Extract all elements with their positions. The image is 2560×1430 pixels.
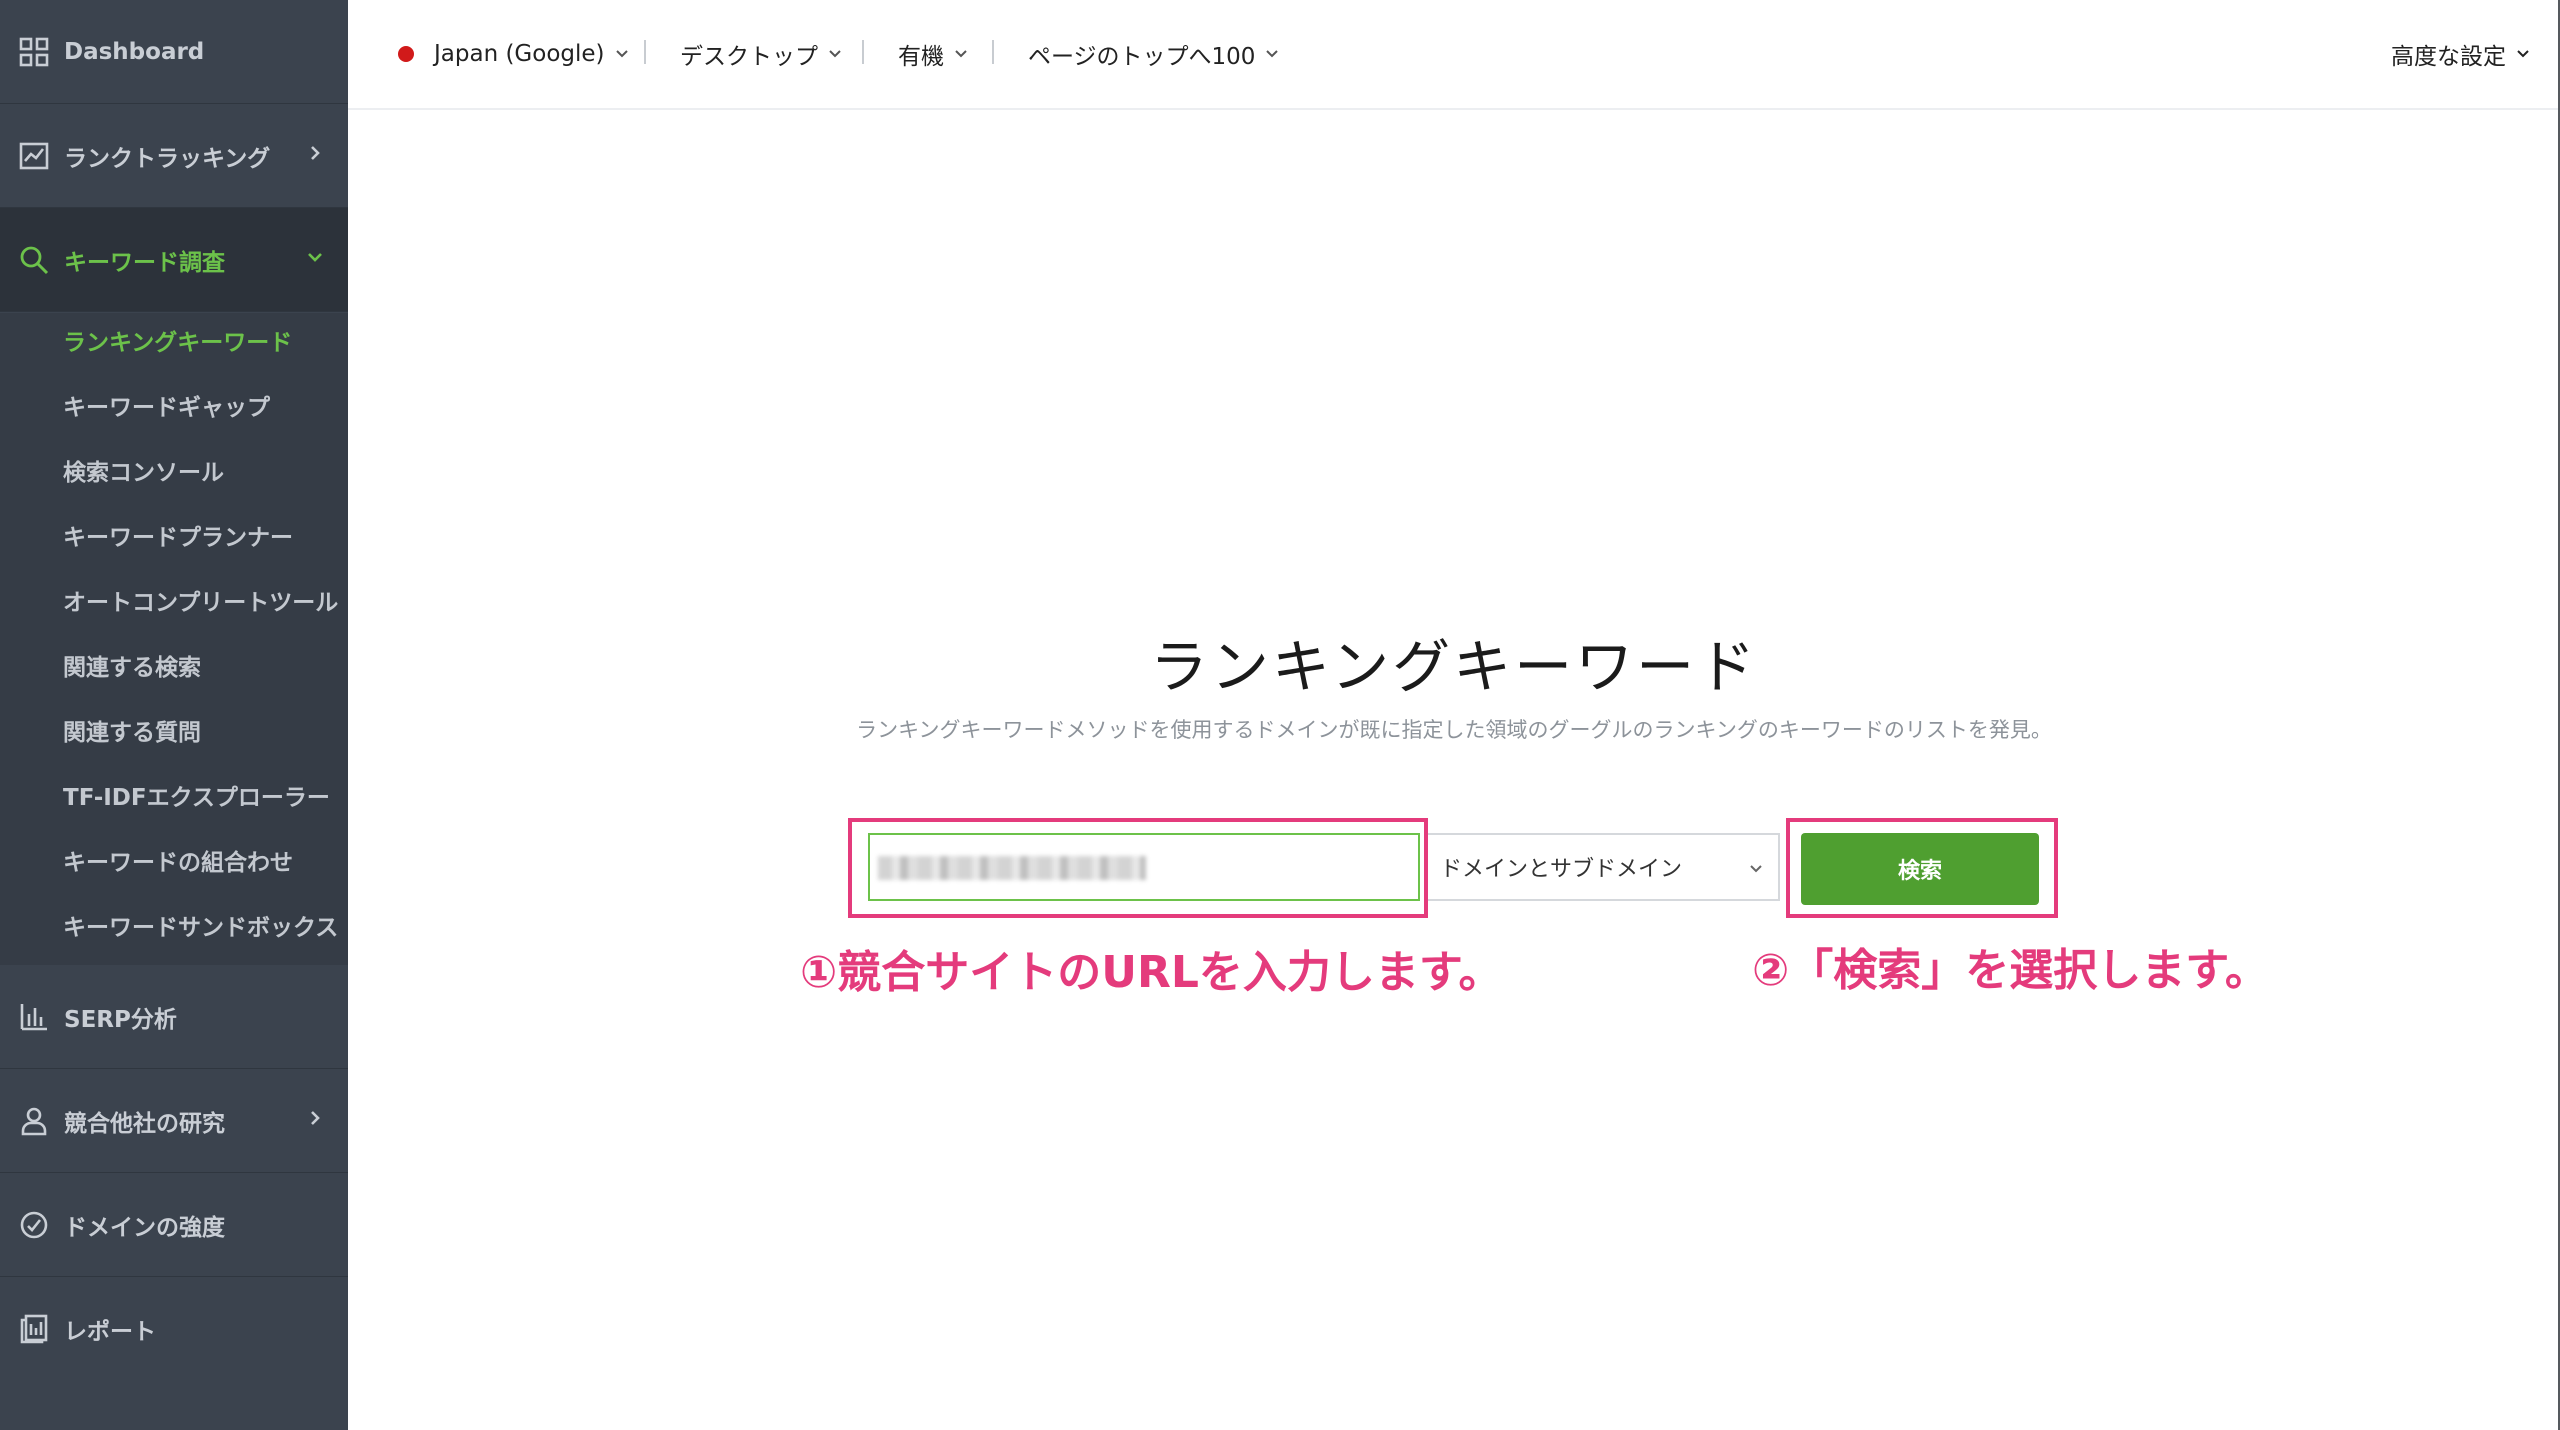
japan-flag-icon xyxy=(398,46,414,62)
location-label: Japan (Google) xyxy=(434,41,605,67)
submenu-keyword-planner[interactable]: キーワードプランナー xyxy=(63,518,293,558)
nav-rank-tracking[interactable]: ランクトラッキング xyxy=(0,104,348,208)
report-icon xyxy=(18,1313,50,1345)
page-description: ランキングキーワードメソッドを使用するドメインが既に指定した領域のグーグルのラン… xyxy=(856,718,2052,742)
top-results-dropdown[interactable]: ページのトップへ100 xyxy=(1028,36,1279,72)
button-highlight-box xyxy=(1786,818,2058,918)
submenu-keyword-combinations[interactable]: キーワードの組合わせ xyxy=(63,843,293,883)
input-highlight-box xyxy=(848,818,1428,918)
keyword-research-submenu: ランキングキーワード キーワードギャップ 検索コンソール キーワードプランナー … xyxy=(0,313,348,965)
divider xyxy=(992,40,994,64)
submenu-keyword-gap[interactable]: キーワードギャップ xyxy=(63,388,270,428)
chevron-down-icon xyxy=(828,47,842,61)
nav-dashboard-label: Dashboard xyxy=(64,38,205,65)
location-dropdown[interactable]: Japan (Google) xyxy=(398,36,629,72)
submenu-related-searches[interactable]: 関連する検索 xyxy=(63,648,201,688)
submenu-related-questions[interactable]: 関連する質問 xyxy=(63,713,201,753)
chevron-right-icon xyxy=(304,1107,326,1129)
divider xyxy=(862,40,864,64)
chevron-right-icon xyxy=(304,142,326,164)
advanced-settings-label: 高度な設定 xyxy=(2391,44,2506,70)
nav-report-label: レポート xyxy=(64,1319,156,1345)
nav-serp-analysis-label: SERP分析 xyxy=(64,1006,177,1033)
nav-rank-tracking-label: ランクトラッキング xyxy=(64,145,271,172)
nav-domain-strength[interactable]: ドメインの強度 xyxy=(0,1173,348,1277)
domain-scope-select[interactable]: ドメインとサブドメイン xyxy=(1424,833,1780,901)
chevron-down-icon xyxy=(615,47,629,61)
search-type-label: 有機 xyxy=(898,44,944,70)
advanced-settings-dropdown[interactable]: 高度な設定 xyxy=(1366,36,2530,72)
top-results-label: ページのトップへ100 xyxy=(1028,44,1256,70)
page-title: ランキングキーワード xyxy=(1149,633,1759,701)
chevron-down-icon xyxy=(2516,47,2530,61)
gauge-icon xyxy=(18,1209,50,1241)
nav-domain-strength-label: ドメインの強度 xyxy=(64,1214,225,1241)
domain-scope-value: ドメインとサブドメイン xyxy=(1440,857,1683,882)
submenu-search-console[interactable]: 検索コンソール xyxy=(63,453,224,493)
user-icon xyxy=(18,1105,50,1137)
search-type-dropdown[interactable]: 有機 xyxy=(898,36,968,72)
nav-keyword-research-label: キーワード調査 xyxy=(64,249,225,276)
device-dropdown[interactable]: デスクトップ xyxy=(680,36,842,72)
bar-chart-icon xyxy=(18,1001,50,1033)
dashboard-grid-icon xyxy=(18,36,50,68)
line-chart-icon xyxy=(18,140,50,172)
chevron-down-icon xyxy=(1748,861,1764,877)
nav-serp-analysis[interactable]: SERP分析 xyxy=(0,965,348,1069)
chevron-down-icon xyxy=(954,47,968,61)
device-label: デスクトップ xyxy=(680,44,818,70)
search-icon xyxy=(18,244,50,276)
chevron-down-icon xyxy=(304,246,326,268)
sidebar: Dashboard ランクトラッキング キーワード調査 ランキングキーワード キ… xyxy=(0,0,348,1430)
nav-dashboard[interactable]: Dashboard xyxy=(0,0,348,104)
nav-report[interactable]: レポート xyxy=(0,1277,348,1381)
submenu-autocomplete-tool[interactable]: オートコンプリートツール xyxy=(63,583,338,623)
step2-annotation: ②「検索」を選択します。 xyxy=(1752,945,2269,996)
filter-bar: Japan (Google) デスクトップ 有機 ページのトップへ100 高度な… xyxy=(348,0,2560,110)
divider xyxy=(644,40,646,64)
nav-keyword-research[interactable]: キーワード調査 xyxy=(0,208,348,312)
nav-competitor-research[interactable]: 競合他社の研究 xyxy=(0,1069,348,1173)
step1-annotation: ①競合サイトのURLを入力します。 xyxy=(800,947,1503,998)
submenu-tfidf-explorer[interactable]: TF-IDFエクスプローラー xyxy=(63,778,330,818)
submenu-ranking-keywords[interactable]: ランキングキーワード xyxy=(63,323,292,363)
nav-competitor-research-label: 競合他社の研究 xyxy=(64,1110,225,1137)
chevron-down-icon xyxy=(1265,47,1279,61)
submenu-keyword-sandbox[interactable]: キーワードサンドボックス xyxy=(63,908,338,948)
